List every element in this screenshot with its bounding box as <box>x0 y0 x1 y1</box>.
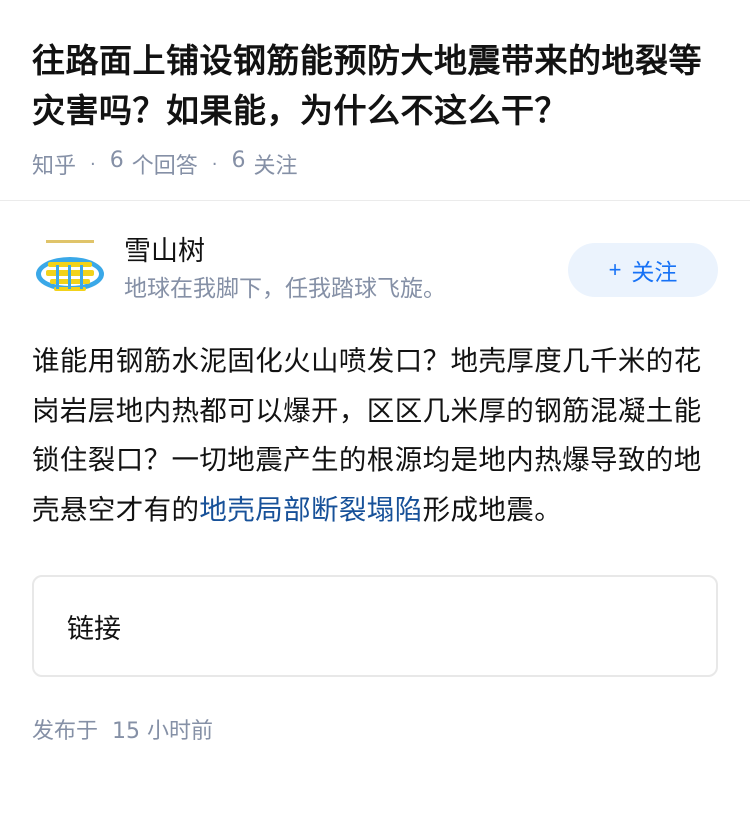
avatar-image-icon <box>32 232 108 308</box>
link-card[interactable]: 链接 <box>32 575 718 677</box>
publish-info: 发布于 15 小时前 <box>32 713 718 745</box>
author-name[interactable]: 雪山树 <box>124 234 446 270</box>
answer-content: 谁能用钢筋水泥固化火山喷发口？地壳厚度几千米的花岗岩层地内热都可以爆开，区区几米… <box>32 337 718 535</box>
answer-page: 往路面上铺设钢筋能预防大地震带来的地裂等灾害吗？如果能，为什么不这么干？ 知乎 … <box>0 0 750 816</box>
author-text: 雪山树 地球在我脚下，任我踏球飞旋。 <box>124 234 446 306</box>
link-card-label: 链接 <box>67 613 121 645</box>
question-meta: 知乎 · 6 个回答 · 6 关注 <box>32 148 718 180</box>
follows-count-value: 6 <box>231 148 246 173</box>
publish-time: 15 小时前 <box>112 719 214 744</box>
follow-button[interactable]: + 关注 <box>568 243 718 297</box>
follows-count[interactable]: 6 关注 <box>232 148 298 180</box>
answer-card: 雪山树 地球在我脚下，任我踏球飞旋。 + 关注 谁能用钢筋水泥固化火山喷发口？地… <box>0 232 750 745</box>
answers-count-label: 个回答 <box>131 154 198 179</box>
author-bio: 地球在我脚下，任我踏球飞旋。 <box>124 276 446 302</box>
meta-separator: · <box>90 153 96 175</box>
inline-link[interactable]: 地壳局部断裂塌陷 <box>199 494 422 526</box>
question-title[interactable]: 往路面上铺设钢筋能预防大地震带来的地裂等灾害吗？如果能，为什么不这么干？ <box>32 36 718 136</box>
answers-count[interactable]: 6 个回答 <box>110 148 198 180</box>
publish-label: 发布于 <box>32 719 99 744</box>
question-header: 往路面上铺设钢筋能预防大地震带来的地裂等灾害吗？如果能，为什么不这么干？ 知乎 … <box>0 0 750 201</box>
source-label[interactable]: 知乎 <box>32 148 76 180</box>
avatar[interactable] <box>32 232 108 308</box>
follow-button-label: 关注 <box>631 259 678 285</box>
answer-text-part: 形成地震。 <box>422 493 563 526</box>
meta-separator: · <box>211 153 218 175</box>
follows-count-label: 关注 <box>253 154 298 179</box>
author-row: 雪山树 地球在我脚下，任我踏球飞旋。 + 关注 <box>32 232 718 308</box>
author-info[interactable]: 雪山树 地球在我脚下，任我踏球飞旋。 <box>32 232 446 308</box>
answers-count-value: 6 <box>109 148 124 173</box>
plus-icon: + <box>608 257 622 282</box>
